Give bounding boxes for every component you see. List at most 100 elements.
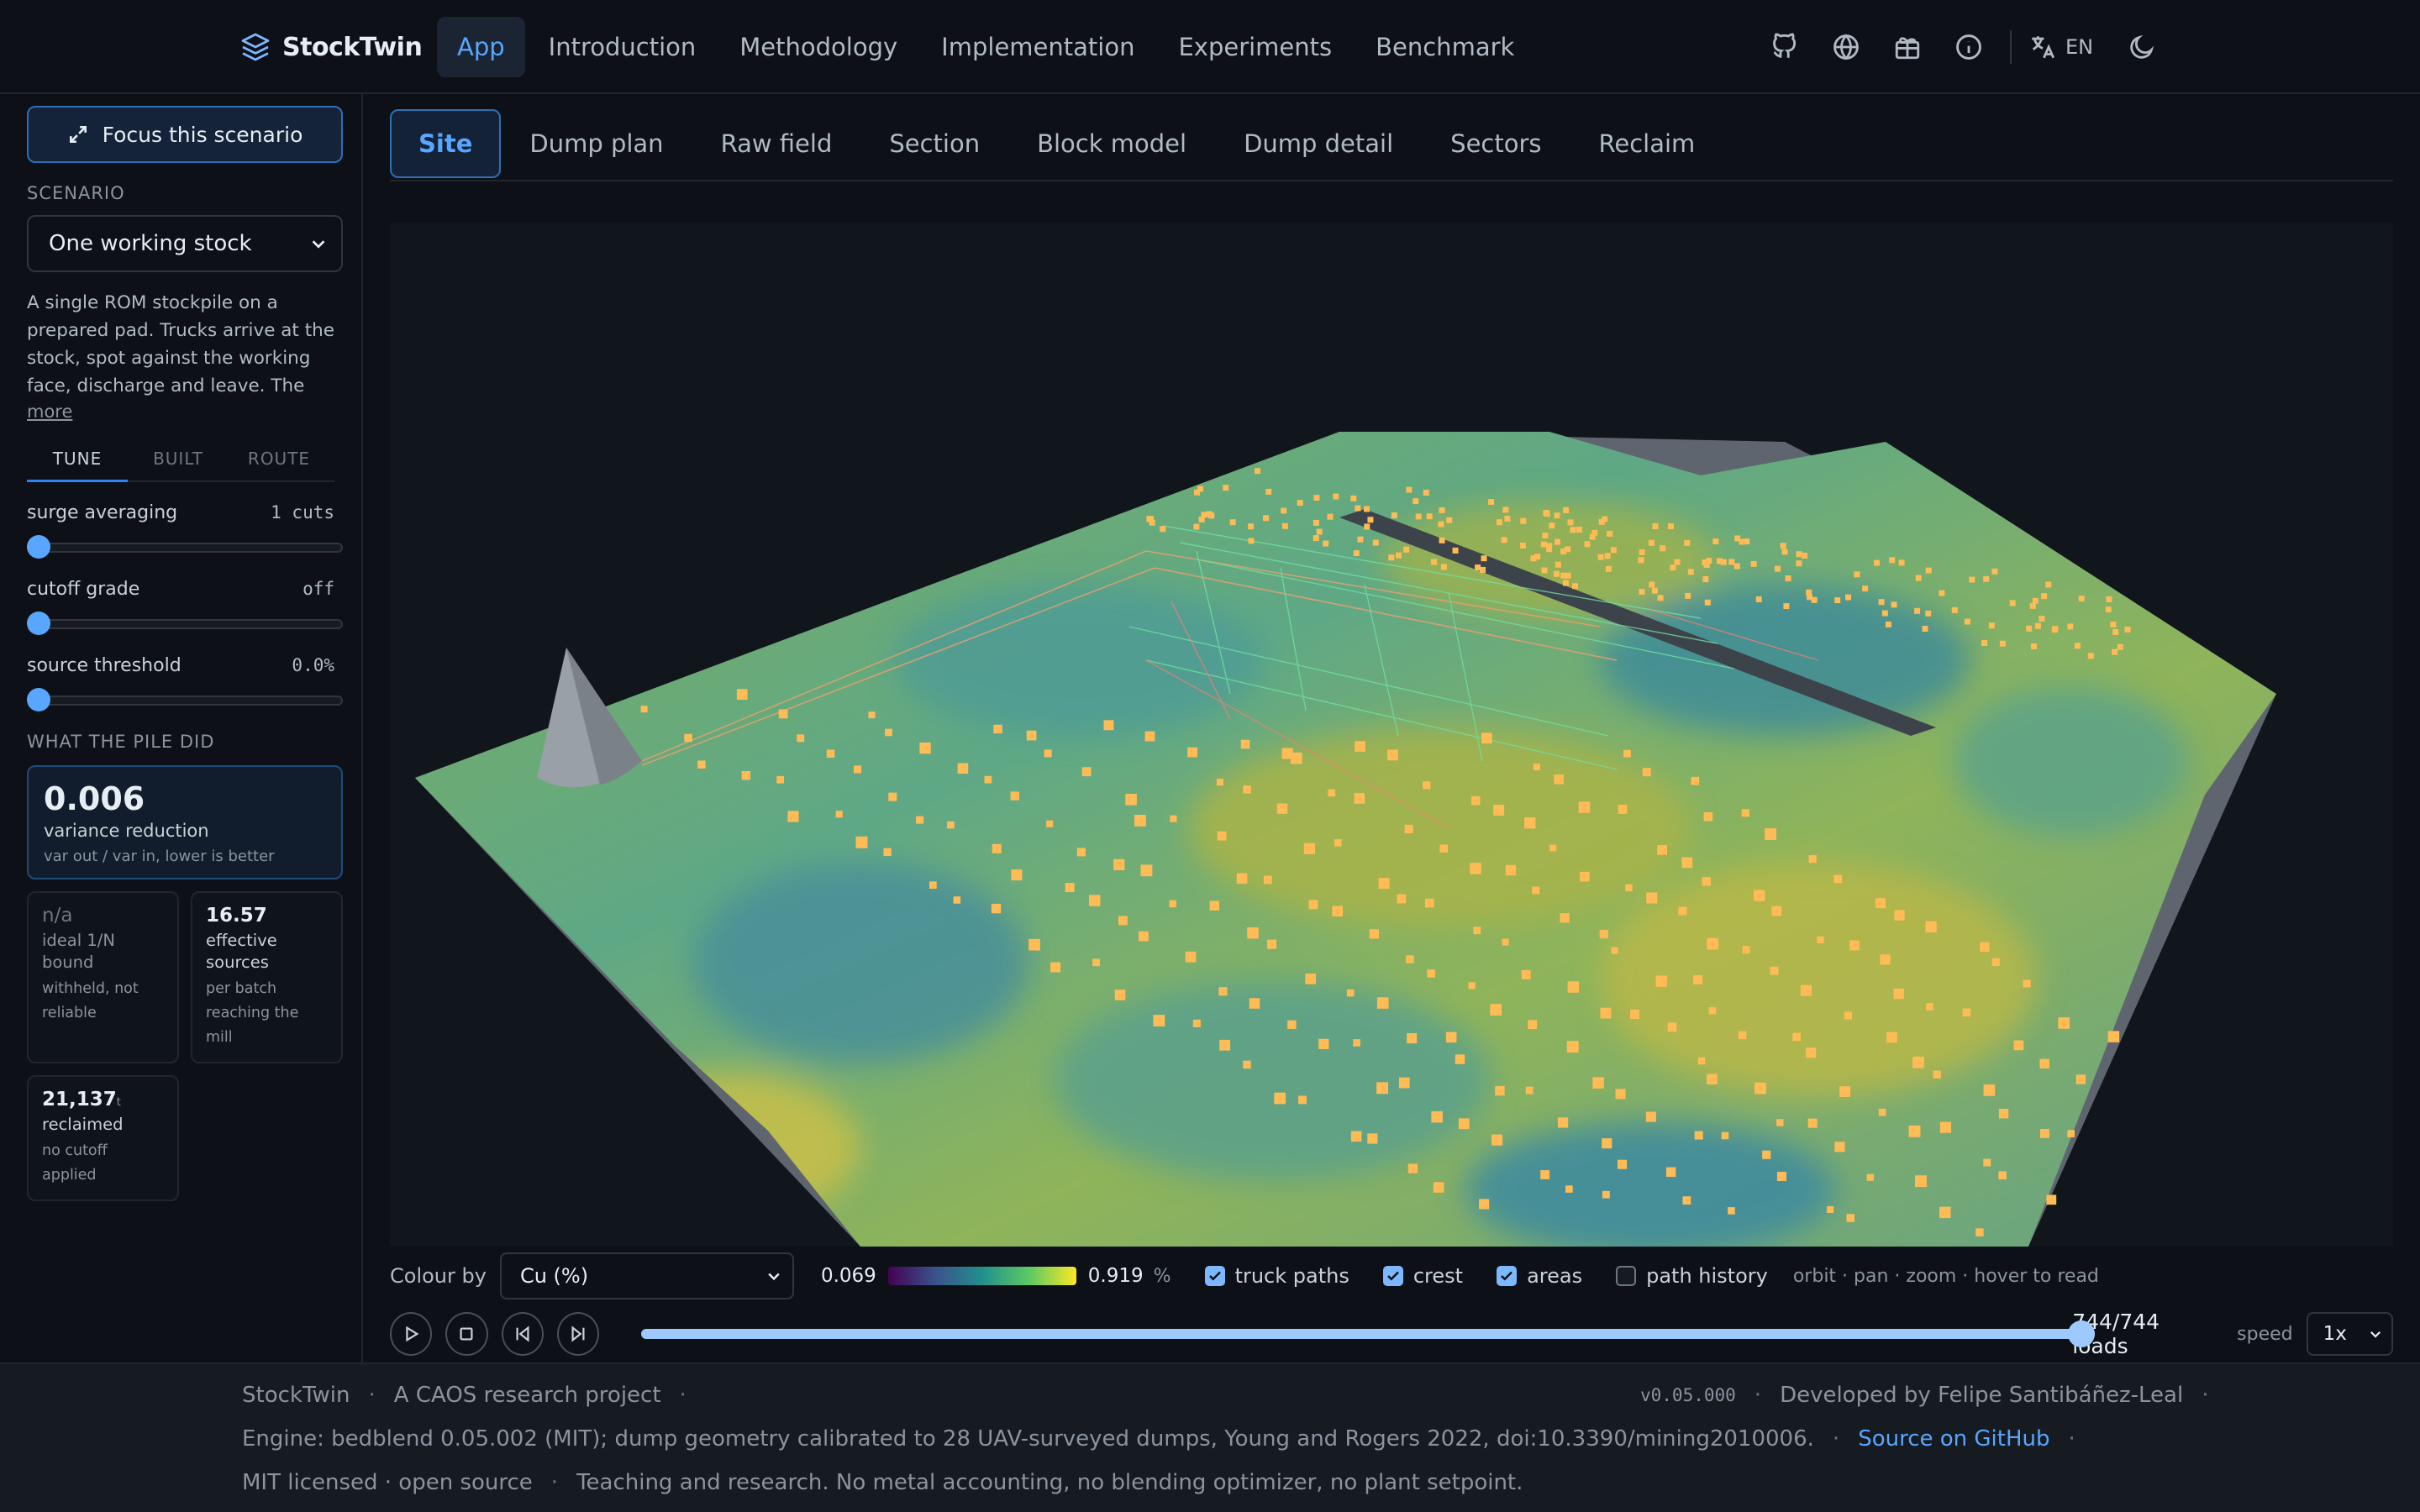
focus-scenario-button[interactable]: Focus this scenario — [27, 106, 343, 163]
dump-point — [1396, 552, 1402, 559]
moon-icon[interactable] — [2118, 25, 2165, 69]
tab-dump-detail[interactable]: Dump detail — [1215, 109, 1422, 178]
dump-point — [1407, 1163, 1418, 1173]
tab-route[interactable]: ROUTE — [229, 442, 329, 480]
skip-forward-button[interactable] — [556, 1312, 600, 1356]
dump-point — [1355, 741, 1365, 752]
play-button[interactable] — [390, 1312, 433, 1356]
tab-sectors[interactable]: Sectors — [1422, 109, 1570, 178]
site-3d-viewport[interactable] — [390, 223, 2393, 1247]
checkbox[interactable] — [1497, 1266, 1518, 1286]
nav-benchmark[interactable]: Benchmark — [1355, 17, 1534, 77]
timeline-slider[interactable] — [641, 1320, 2096, 1347]
tab-tune[interactable]: TUNE — [27, 442, 128, 482]
dump-point — [2029, 602, 2036, 609]
toggle-path-history[interactable]: path history — [1616, 1264, 1768, 1288]
more-link[interactable]: more — [27, 402, 334, 422]
dump-point — [835, 811, 843, 818]
colour-by-select[interactable]: Cu (%) — [499, 1252, 794, 1299]
dump-point — [1134, 814, 1146, 827]
slider-thumb[interactable] — [27, 612, 50, 635]
dump-point — [1922, 626, 1928, 633]
sidebar: Focus this scenario SCENARIO One working… — [0, 94, 363, 1362]
control-cutoff-grade: cutoff grade off — [27, 579, 343, 635]
scenario-select[interactable]: One working stock — [27, 215, 343, 272]
nav-methodology[interactable]: Methodology — [719, 17, 918, 77]
github-icon[interactable] — [1761, 25, 1808, 69]
dump-point — [1776, 1119, 1784, 1126]
terrain-render[interactable] — [390, 223, 2393, 1247]
info-icon[interactable] — [1945, 25, 1992, 69]
checkbox[interactable] — [1382, 1266, 1403, 1286]
toggle-areas[interactable]: areas — [1497, 1264, 1582, 1288]
dump-point — [1197, 486, 1204, 492]
tab-raw-field[interactable]: Raw field — [692, 109, 861, 178]
dump-point — [1708, 1006, 1717, 1015]
tab-dump-plan[interactable]: Dump plan — [501, 109, 692, 178]
dump-point — [1010, 791, 1019, 801]
dump-point — [1316, 528, 1323, 535]
dump-point — [1738, 1031, 1747, 1040]
dump-point — [1146, 516, 1153, 522]
dump-point — [1378, 878, 1390, 890]
nav-experiments[interactable]: Experiments — [1158, 17, 1352, 77]
dump-point — [1540, 1170, 1550, 1179]
layers-icon — [241, 33, 270, 61]
slider-thumb[interactable] — [27, 688, 50, 711]
dump-point — [2112, 628, 2119, 635]
dump-point — [1639, 588, 1645, 595]
metric-value: n/a — [42, 905, 73, 927]
tab-block-model[interactable]: Block model — [1008, 109, 1215, 178]
source-link[interactable]: Source on GitHub — [1858, 1426, 2049, 1452]
dump-point — [1983, 575, 1990, 582]
dump-point — [1423, 489, 1429, 496]
tab-section[interactable]: Section — [860, 109, 1008, 178]
nav-app[interactable]: App — [437, 17, 525, 77]
dump-point — [1962, 1008, 1971, 1017]
dump-point — [1185, 951, 1197, 963]
dump-point — [1219, 1039, 1231, 1051]
dump-point — [1780, 543, 1786, 549]
dump-point — [1187, 747, 1197, 758]
dump-point — [1327, 513, 1334, 520]
dump-point — [1915, 1175, 1927, 1188]
dump-point — [1438, 521, 1444, 528]
tab-site[interactable]: Site — [390, 109, 502, 178]
tab-reclaim[interactable]: Reclaim — [1570, 109, 1724, 178]
dump-point — [1313, 495, 1320, 501]
dump-point — [1762, 1150, 1771, 1159]
nav-introduction[interactable]: Introduction — [529, 17, 717, 77]
timeline-thumb[interactable] — [2068, 1320, 2096, 1347]
checkbox[interactable] — [1616, 1266, 1637, 1286]
slider-thumb[interactable] — [27, 535, 50, 559]
control-label: cutoff grade — [27, 579, 140, 600]
toggle-truck-paths[interactable]: truck paths — [1204, 1264, 1349, 1288]
dump-point — [1645, 1111, 1656, 1122]
dump-point — [640, 706, 648, 713]
footer-row-3: MIT licensed · open source · Teaching an… — [242, 1470, 1523, 1495]
dump-point — [1403, 546, 1410, 553]
source-threshold-slider[interactable] — [27, 688, 343, 711]
speed-select[interactable]: 1x — [2306, 1312, 2394, 1356]
dump-point — [1914, 607, 1921, 614]
viewport-hint: orbit · pan · zoom · hover to read — [1792, 1265, 2099, 1287]
dump-point — [1600, 1007, 1612, 1019]
globe-icon[interactable] — [1823, 25, 1870, 69]
tab-built[interactable]: BUILT — [128, 442, 229, 480]
skip-back-button[interactable] — [501, 1312, 544, 1356]
cutoff-grade-slider[interactable] — [27, 612, 343, 635]
dump-point — [1452, 547, 1459, 554]
gift-icon[interactable] — [1884, 25, 1931, 69]
nav-implementation[interactable]: Implementation — [921, 17, 1155, 77]
toggle-crest[interactable]: crest — [1382, 1264, 1463, 1288]
chevron-down-icon — [2370, 1331, 2381, 1338]
brand[interactable]: StockTwin — [240, 25, 423, 69]
language-switch[interactable]: EN — [2028, 33, 2093, 61]
dump-point — [1862, 585, 1869, 592]
stop-button[interactable] — [445, 1312, 488, 1356]
dump-point — [984, 775, 992, 784]
dump-point — [1504, 515, 1511, 522]
checkbox[interactable] — [1204, 1266, 1225, 1286]
surge-averaging-slider[interactable] — [27, 535, 343, 559]
dump-point — [1716, 558, 1723, 564]
